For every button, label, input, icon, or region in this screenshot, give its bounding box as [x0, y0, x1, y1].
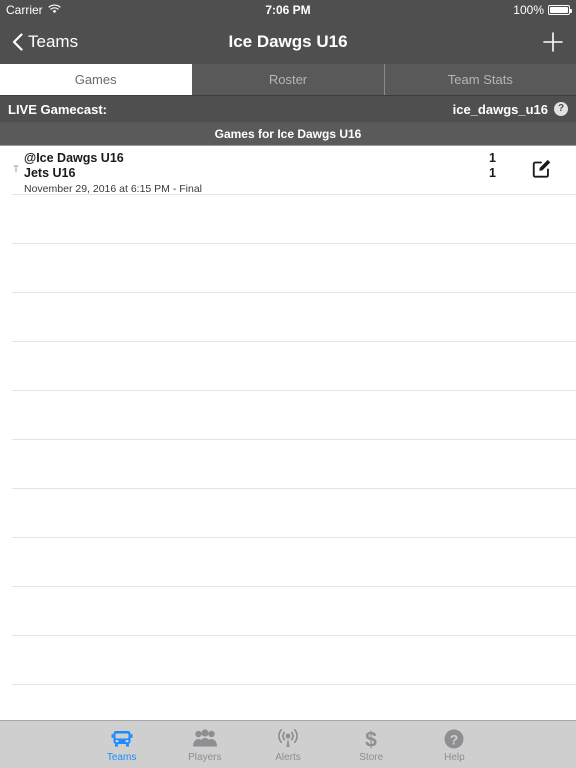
live-gamecast-value: ice_dawgs_u16 [452, 101, 548, 117]
tab-games[interactable]: Games [0, 64, 193, 95]
home-team-name: Jets U16 [24, 166, 76, 180]
tab-team-stats[interactable]: Team Stats [384, 64, 576, 95]
game-summary: @Ice Dawgs U16 1 Jets U16 1 November 29,… [24, 151, 516, 195]
live-gamecast-right: ice_dawgs_u16 ? [453, 102, 568, 117]
people-group-icon [192, 726, 218, 750]
question-mark-circle-icon[interactable]: ? [554, 102, 568, 116]
tab-bar-label-teams: Teams [106, 752, 137, 763]
tab-bar-label-help: Help [444, 752, 465, 763]
tab-roster-label: Roster [268, 72, 308, 87]
question-mark-circle-icon: ? [443, 726, 465, 750]
row-type-marker: T [13, 164, 19, 174]
games-list[interactable]: T @Ice Dawgs U16 1 Jets U16 1 November 2… [0, 146, 576, 720]
wifi-icon [48, 3, 61, 17]
broadcast-antenna-icon [276, 726, 300, 750]
table-row[interactable]: T @Ice Dawgs U16 1 Jets U16 1 November 2… [0, 146, 576, 195]
carrier-label: Carrier [6, 3, 43, 17]
app-screen: Carrier 7:06 PM 100% Teams Ice Dawgs U16… [0, 0, 576, 768]
battery-icon [548, 5, 572, 15]
status-bar-left: Carrier [6, 3, 61, 17]
compose-edit-icon [531, 157, 553, 184]
row-separator [12, 439, 576, 440]
tab-bar-label-alerts: Alerts [275, 752, 301, 763]
tab-bar-item-teams[interactable]: Teams [80, 721, 163, 768]
tab-bar-item-store[interactable]: $ Store [330, 721, 413, 768]
segmented-control: Games Roster Team Stats [0, 64, 576, 96]
status-bar-clock: 7:06 PM [265, 3, 311, 17]
home-team-line: Jets U16 1 [24, 166, 516, 181]
svg-text:?: ? [450, 732, 459, 748]
row-separator [12, 243, 576, 244]
svg-text:$: $ [365, 729, 377, 751]
row-separator [12, 292, 576, 293]
tab-bar-item-alerts[interactable]: Alerts [246, 721, 329, 768]
chevron-left-icon [12, 33, 23, 51]
tab-bar-item-players[interactable]: Players [163, 721, 246, 768]
row-separator [12, 684, 576, 685]
row-separator [12, 194, 576, 195]
section-header: Games for Ice Dawgs U16 [0, 122, 576, 146]
teams-bus-icon [110, 726, 134, 750]
tab-games-label: Games [74, 72, 117, 87]
edit-game-button[interactable] [516, 151, 568, 195]
away-team-line: @Ice Dawgs U16 1 [24, 151, 516, 166]
add-game-button[interactable] [542, 31, 564, 53]
tab-bar-item-help[interactable]: ? Help [413, 721, 496, 768]
row-separator [12, 488, 576, 489]
back-button[interactable]: Teams [12, 32, 78, 52]
row-separator [12, 635, 576, 636]
battery-percent-label: 100% [513, 3, 544, 17]
page-title: Ice Dawgs U16 [228, 32, 348, 51]
home-team-score: 1 [489, 166, 496, 180]
row-separator [12, 341, 576, 342]
tab-roster[interactable]: Roster [192, 64, 385, 95]
row-separator [12, 390, 576, 391]
dollar-sign-icon: $ [360, 726, 382, 751]
status-bar-right: 100% [513, 3, 572, 17]
tab-bar-label-players: Players [188, 752, 222, 763]
away-team-score: 1 [489, 151, 496, 165]
away-team-name: @Ice Dawgs U16 [24, 151, 124, 165]
status-bar: Carrier 7:06 PM 100% [0, 0, 576, 20]
navigation-bar: Teams Ice Dawgs U16 [0, 20, 576, 64]
live-gamecast-bar: LIVE Gamecast: ice_dawgs_u16 ? [0, 96, 576, 122]
plus-icon [542, 32, 564, 57]
row-separator [12, 586, 576, 587]
row-separator [12, 537, 576, 538]
tab-bar: Teams Players Alerts $ Store ? Help [0, 720, 576, 768]
live-gamecast-label: LIVE Gamecast: [8, 101, 107, 117]
tab-team-stats-label: Team Stats [447, 72, 513, 87]
tab-bar-label-store: Store [359, 752, 384, 763]
back-button-label: Teams [28, 32, 79, 51]
section-header-title: Games for Ice Dawgs U16 [214, 126, 362, 141]
